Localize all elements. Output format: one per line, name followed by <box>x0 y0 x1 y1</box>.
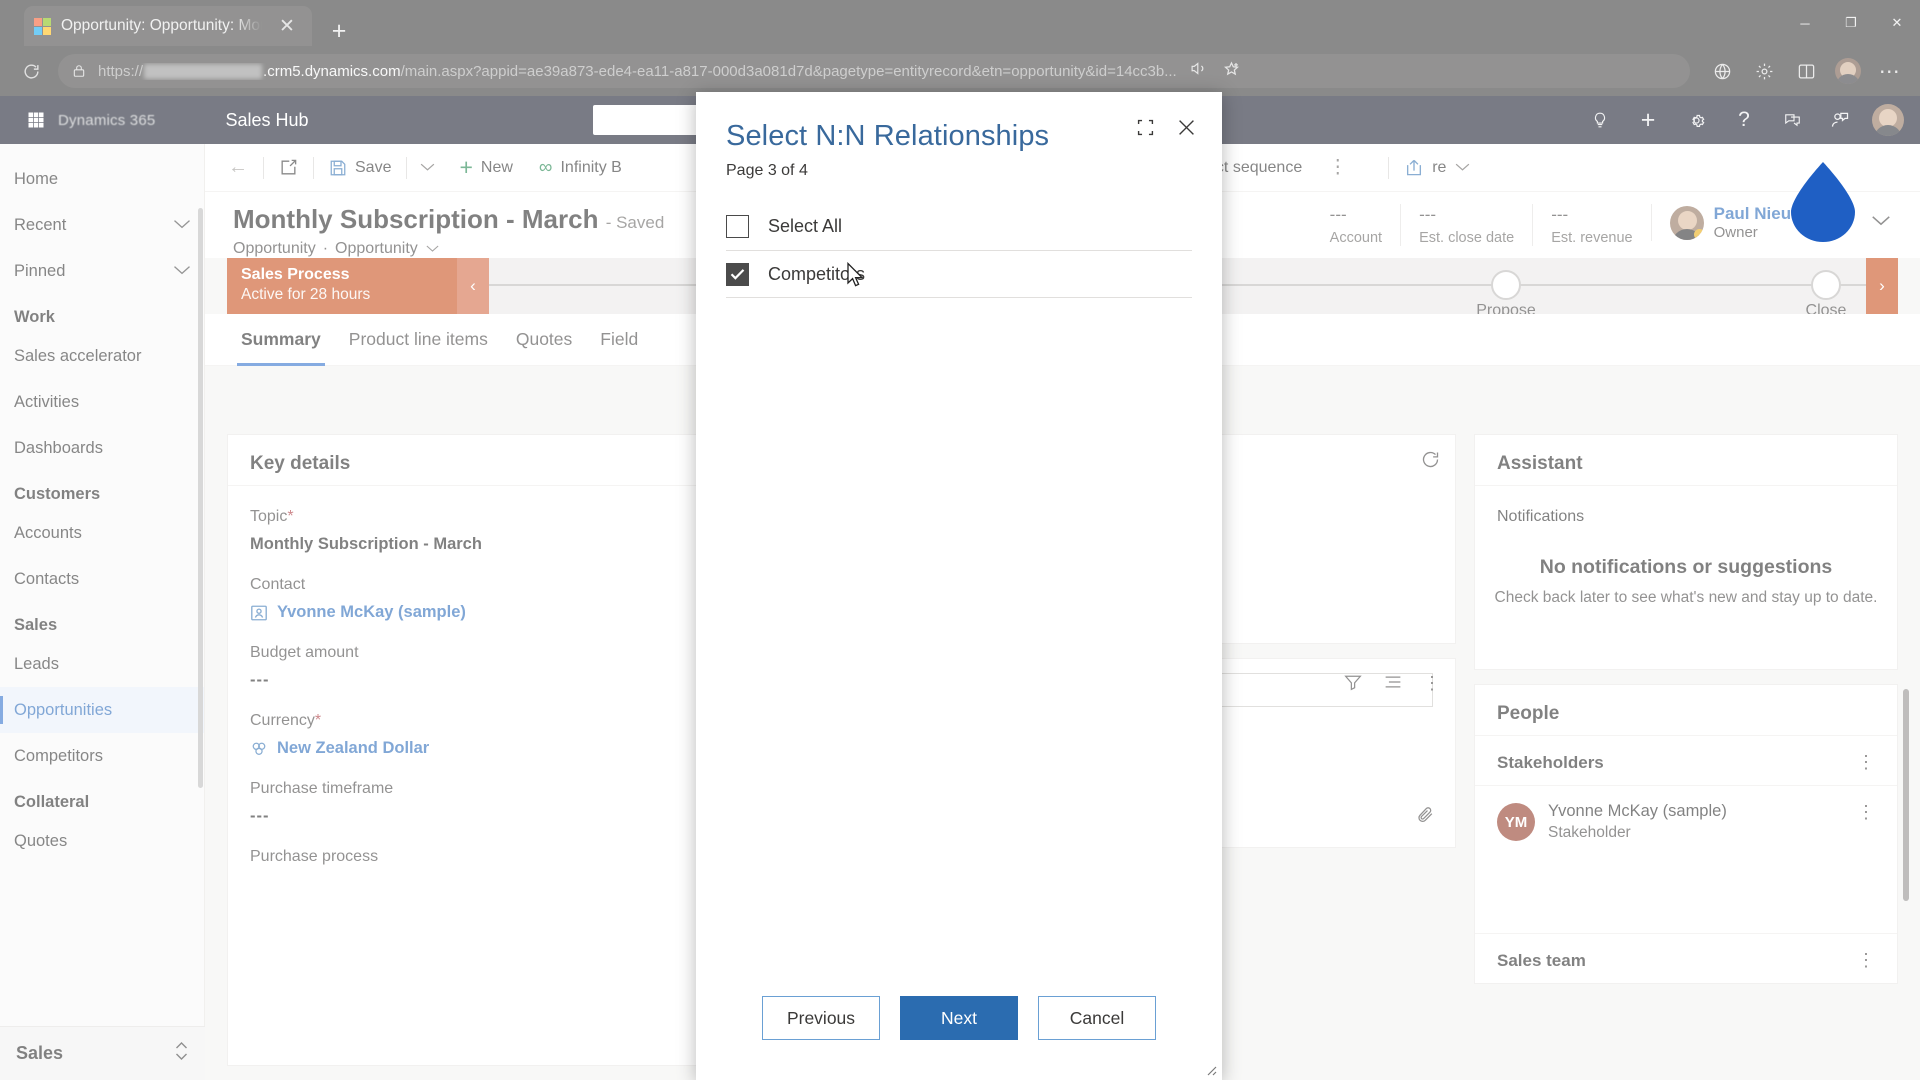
list-item[interactable]: Competitors <box>726 250 1192 298</box>
dialog-footer: Previous Next Cancel <box>696 996 1222 1040</box>
dialog-header: Select N:N Relationships Page 3 of 4 <box>696 92 1222 180</box>
expand-icon[interactable] <box>1136 118 1155 142</box>
previous-button[interactable]: Previous <box>762 996 880 1040</box>
competitors-checkbox[interactable] <box>726 262 749 286</box>
next-button[interactable]: Next <box>900 996 1018 1040</box>
dialog-title: Select N:N Relationships <box>726 120 1050 152</box>
select-all-row[interactable]: Select All <box>726 202 1192 250</box>
relationship-list: Select All Competitors <box>726 202 1192 298</box>
cancel-button[interactable]: Cancel <box>1038 996 1156 1040</box>
dialog-header-actions <box>1136 118 1196 142</box>
select-all-checkbox[interactable] <box>726 214 749 238</box>
resize-handle[interactable] <box>1203 1062 1217 1076</box>
click-indicator <box>1785 160 1861 247</box>
select-all-label: Select All <box>768 215 843 236</box>
select-nn-relationships-dialog: Select N:N Relationships Page 3 of 4 Sel… <box>696 92 1222 1080</box>
mouse-cursor <box>846 261 866 295</box>
dialog-page-indicator: Page 3 of 4 <box>726 162 808 179</box>
close-icon[interactable] <box>1177 118 1196 142</box>
